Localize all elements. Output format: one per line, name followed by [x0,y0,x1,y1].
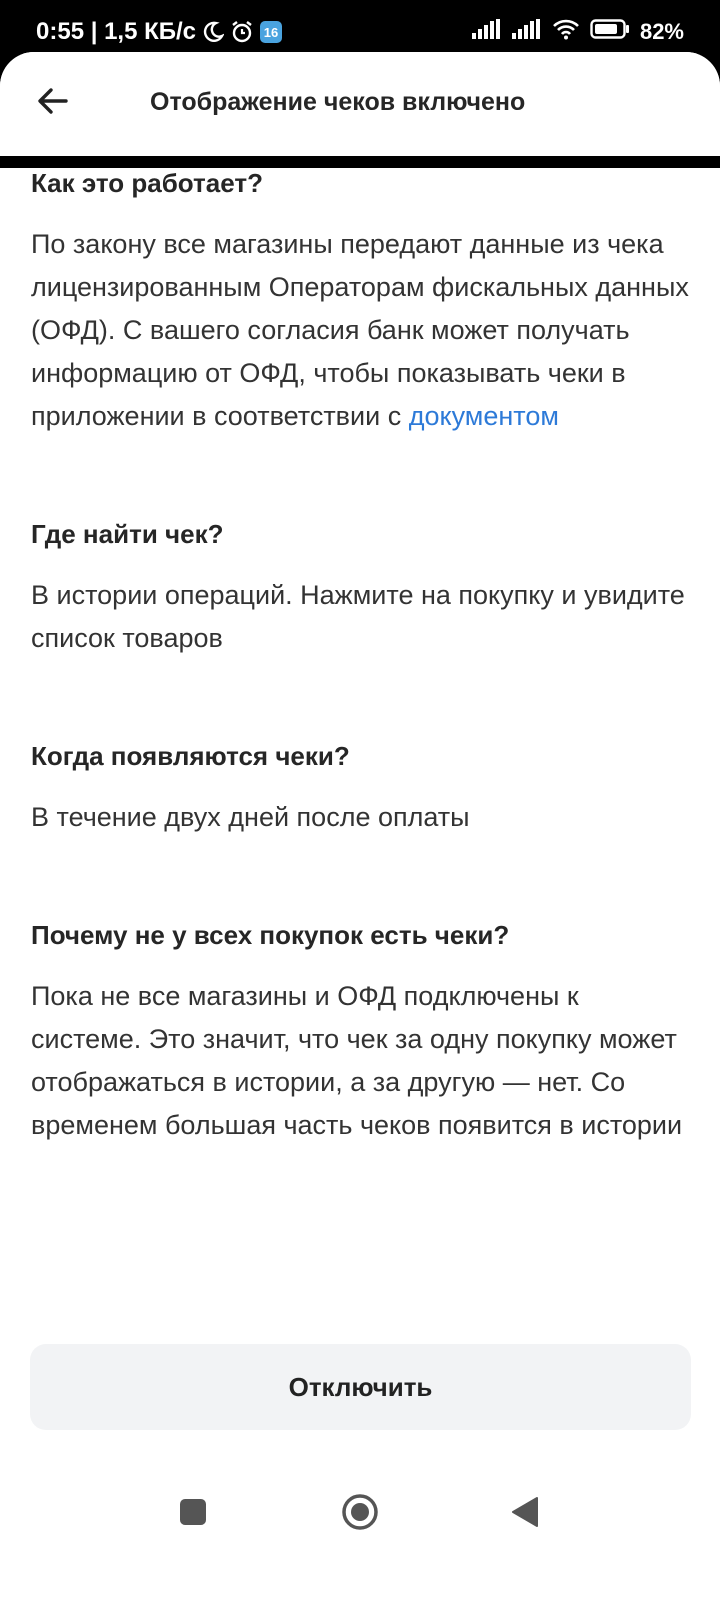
section-title: Когда появляются чеки? [31,741,350,771]
document-link[interactable]: документом [409,401,559,431]
system-nav-bar [0,1476,720,1548]
section-title: Почему не у всех покупок есть чеки? [31,920,510,950]
recents-button[interactable] [165,1486,221,1542]
notification-badge: 16 [260,21,283,43]
page-title: Отображение чеков включено [150,88,526,116]
battery-level: 82% [639,19,684,44]
status-right: 82% [471,18,684,46]
faq-content: Как это работает? По закону все магазины… [31,165,691,1225]
status-time-speed: 0:55 | 1,5 КБ/с [36,18,197,45]
triangle-back-icon [510,1496,540,1533]
nav-back-button[interactable] [497,1486,553,1542]
section-title: Как это работает? [31,168,263,198]
faq-section-how-it-works: Как это работает? По закону все магазины… [31,165,691,438]
alarm-icon [230,20,254,44]
section-text-body: По закону все магазины передают данные и… [31,229,689,431]
status-bar: 0:55 | 1,5 КБ/с 16 82% [0,0,720,58]
arrow-left-icon [36,84,70,123]
app-header: Отображение чеков включено [0,52,720,156]
faq-section-where-to-find: Где найти чек? В истории операций. Нажми… [31,516,691,660]
faq-section-why-missing: Почему не у всех покупок есть чеки? Пока… [31,917,691,1147]
wifi-icon [552,18,580,46]
home-button[interactable] [332,1486,388,1542]
battery-icon [590,18,630,46]
signal-icon [471,19,502,45]
signal-icon-2 [511,19,542,45]
section-text: В истории операций. Нажмите на покупку и… [31,580,685,653]
moon-icon [202,21,225,43]
back-button[interactable] [30,80,76,126]
section-title: Где найти чек? [31,519,224,549]
section-text: Пока не все магазины и ОФД подключены к … [31,981,683,1140]
section-text: По закону все магазины передают данные и… [31,223,691,438]
status-left: 0:55 | 1,5 КБ/с 16 [36,18,283,46]
section-text: В течение двух дней после оплаты [31,802,470,832]
square-icon [179,1498,207,1531]
circle-icon [341,1493,379,1536]
faq-section-when-appear: Когда появляются чеки? В течение двух дн… [31,738,691,839]
disable-button[interactable]: Отключить [30,1344,691,1430]
